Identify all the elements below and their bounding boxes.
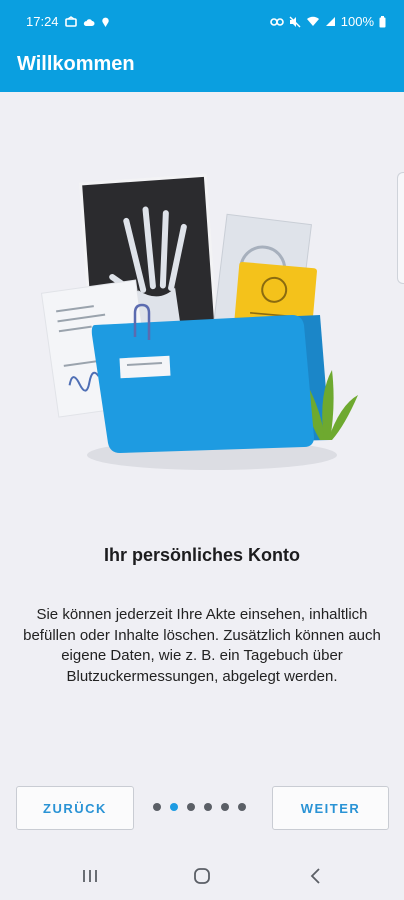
signal-icon	[325, 17, 335, 26]
page-indicator	[153, 803, 246, 811]
page-dot	[153, 803, 161, 811]
page-dot	[187, 803, 195, 811]
app-bar: Willkommen	[0, 44, 404, 92]
folder-illustration	[40, 173, 358, 470]
page-dot	[221, 803, 229, 811]
notification-icon	[64, 15, 77, 27]
onboarding-description: Sie können jederzeit Ihre Akte einsehen,…	[23, 606, 381, 685]
onboarding-heading: Ihr persönliches Konto	[103, 545, 301, 565]
page-title: Willkommen	[17, 53, 135, 75]
cloud-icon	[83, 18, 95, 26]
side-drawer-handle[interactable]	[397, 172, 404, 284]
status-time: 17:24	[26, 14, 59, 29]
wifi-icon	[306, 16, 319, 26]
back-icon	[310, 868, 320, 884]
home-button[interactable]	[190, 864, 214, 888]
back-nav-button[interactable]	[304, 864, 328, 888]
battery-icon	[379, 15, 386, 27]
next-button[interactable]: WEITER	[272, 786, 389, 830]
status-bar: 17:24 100%	[0, 0, 404, 44]
home-icon	[194, 868, 210, 884]
page-dot-active	[170, 803, 178, 811]
page-dot	[204, 803, 212, 811]
mute-icon	[289, 16, 301, 27]
page-dot	[238, 803, 246, 811]
recent-apps-button[interactable]	[78, 864, 102, 888]
battery-percent: 100%	[340, 14, 374, 29]
link-icon	[269, 17, 284, 26]
system-nav-bar	[0, 850, 404, 900]
back-button[interactable]: ZURÜCK	[16, 786, 134, 830]
recent-apps-icon	[83, 870, 97, 882]
location-pin-icon	[101, 17, 109, 27]
